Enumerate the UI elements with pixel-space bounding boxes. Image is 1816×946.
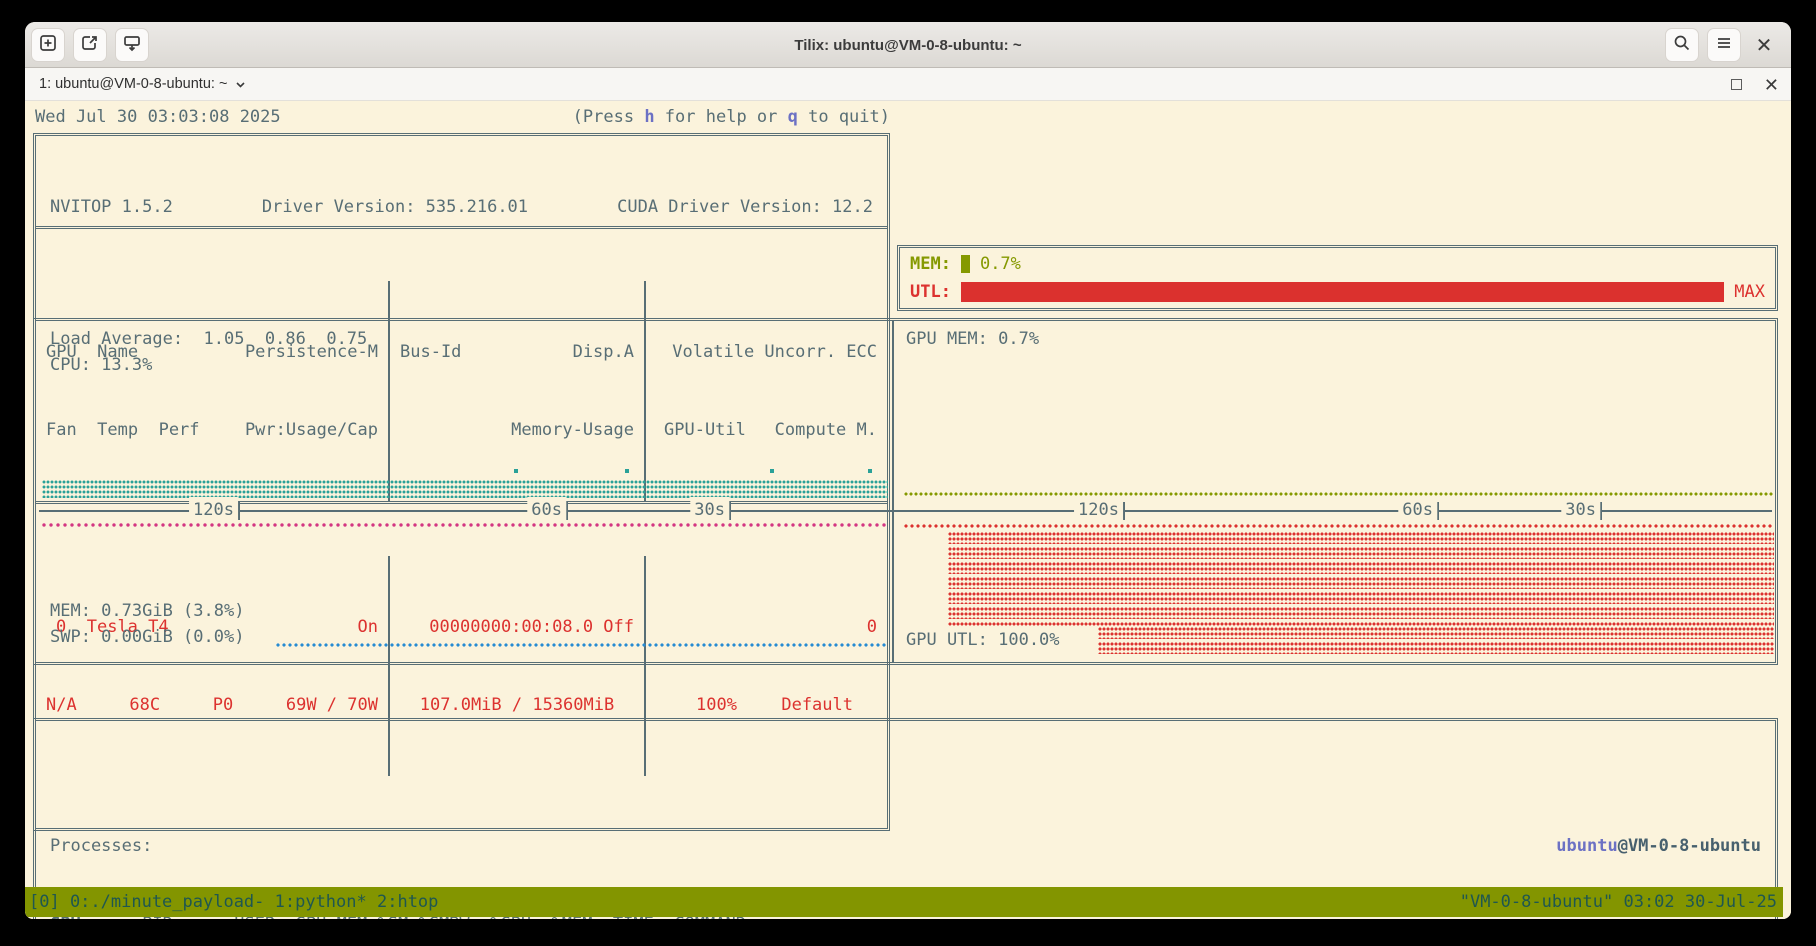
gpu-temp: 68C <box>129 692 160 718</box>
utl-gauge-max: MAX <box>1734 279 1765 305</box>
host-name: @VM-0-8-ubuntu <box>1618 836 1761 856</box>
gpu-utl-graph-top <box>904 524 1774 529</box>
gpu-compute-mode: Default <box>781 692 853 718</box>
axis-label-30s-right: 30s <box>1561 497 1600 523</box>
menu-button[interactable] <box>1707 28 1741 62</box>
window-title: Tilix: ubuntu@VM-0-8-ubuntu: ~ <box>25 22 1791 68</box>
terminal-close-icon[interactable]: ✕ <box>1764 76 1779 94</box>
tmux-host-clock: "VM-0-8-ubuntu" 03:02 30-Jul-25 <box>1460 889 1777 915</box>
tab-bar: 1: ubuntu@VM-0-8-ubuntu: ~ ✕ <box>25 68 1791 101</box>
nvitop-version-row: NVITOP 1.5.2 Driver Version: 535.216.01 … <box>36 188 887 229</box>
title-bar: Tilix: ubuntu@VM-0-8-ubuntu: ~ ✕ <box>25 22 1791 68</box>
gpu-gauges-panel: MEM: 0.7% UTL: MAX <box>897 245 1778 311</box>
cpu-usage-graph <box>42 480 888 498</box>
gpu-utl-gauge: UTL: MAX <box>910 279 1765 305</box>
gpu-mem-graph <box>904 492 1774 497</box>
mem-gauge-bar <box>961 255 970 273</box>
processes-title: Processes: <box>50 833 152 859</box>
gpu-memory-usage: 107.0MiB / 15360MiB <box>420 692 614 718</box>
tab-session-1[interactable]: 1: ubuntu@VM-0-8-ubuntu: ~ <box>39 76 227 92</box>
utl-gauge-label: UTL: <box>910 279 951 305</box>
driver-version: Driver Version: 535.216.01 <box>262 194 528 220</box>
time-axis-line <box>39 510 1772 512</box>
axis-label-60s: 60s <box>527 497 566 523</box>
terminal-screen[interactable]: Wed Jul 30 03:03:08 2025 (Press h for he… <box>25 101 1791 919</box>
help-key-q: q <box>788 107 798 127</box>
gpu-mem-gauge: MEM: 0.7% <box>910 251 1765 277</box>
nvitop-version: NVITOP 1.5.2 <box>50 194 173 220</box>
gpu-power: 69W / 70W <box>286 692 378 718</box>
gpu-mem-text: GPU MEM: 0.7% <box>906 326 1039 352</box>
gpu-utl-text: GPU UTL: 100.0% <box>906 627 1060 653</box>
axis-label-120s-right: 120s <box>1074 497 1123 523</box>
cuda-version: CUDA Driver Version: 12.2 <box>617 194 873 220</box>
cpu-graph-spike <box>625 469 629 473</box>
close-icon: ✕ <box>1756 33 1773 58</box>
axis-label-30s: 30s <box>690 497 729 523</box>
tmux-status-bar: [0] 0:./minute_payload- 1:python* 2:htop… <box>25 887 1783 917</box>
load-average-text: Load Average: 1.05 0.86 0.75 <box>50 326 367 352</box>
help-hint: (Press h for help or q to quit) <box>573 104 890 130</box>
tilix-window: Tilix: ubuntu@VM-0-8-ubuntu: ~ ✕ 1: ubun… <box>25 22 1791 919</box>
gpu-utl-graph-block-bottom <box>1098 627 1774 657</box>
cpu-graph-spike <box>770 469 774 473</box>
gpu-util: 100% <box>696 692 737 718</box>
axis-label-120s: 120s <box>189 497 238 523</box>
host-badge: ubuntu@VM-0-8-ubuntu <box>1556 833 1761 859</box>
terminal-maximize-icon[interactable] <box>1731 79 1742 90</box>
utl-gauge-bar <box>961 282 1724 302</box>
time-axis: 120s 60s 30s 120s 60s 30s <box>39 502 1772 520</box>
history-graphs-panel: Load Average: 1.05 0.86 0.75 CPU: 13.3% … <box>33 318 1778 665</box>
datetime-text: Wed Jul 30 03:03:08 2025 <box>35 104 281 130</box>
gpu-utl-graph-block <box>948 532 1774 627</box>
window-close-button[interactable]: ✕ <box>1747 28 1781 62</box>
search-button[interactable] <box>1665 28 1699 62</box>
mem-usage-graph <box>42 523 888 528</box>
cpu-graph-spike <box>514 469 518 473</box>
panel-divider <box>892 321 894 662</box>
mem-gauge-value: 0.7% <box>980 251 1021 277</box>
cpu-graph-spike <box>868 469 872 473</box>
axis-label-60s-right: 60s <box>1398 497 1437 523</box>
hamburger-icon <box>1714 33 1734 58</box>
chevron-down-icon[interactable] <box>234 78 247 91</box>
search-icon <box>1672 33 1692 58</box>
host-user: ubuntu <box>1556 836 1617 856</box>
tmux-windows-list[interactable]: [0] 0:./minute_payload- 1:python* 2:htop <box>29 889 438 915</box>
nvitop-header-row: Wed Jul 30 03:03:08 2025 (Press h for he… <box>35 104 890 130</box>
swp-usage-graph <box>276 643 888 648</box>
help-key-h: h <box>644 107 654 127</box>
cpu-percent-text: CPU: 13.3% <box>50 352 152 378</box>
mem-gauge-label: MEM: <box>910 251 951 277</box>
gpu-perf: P0 <box>213 692 233 718</box>
